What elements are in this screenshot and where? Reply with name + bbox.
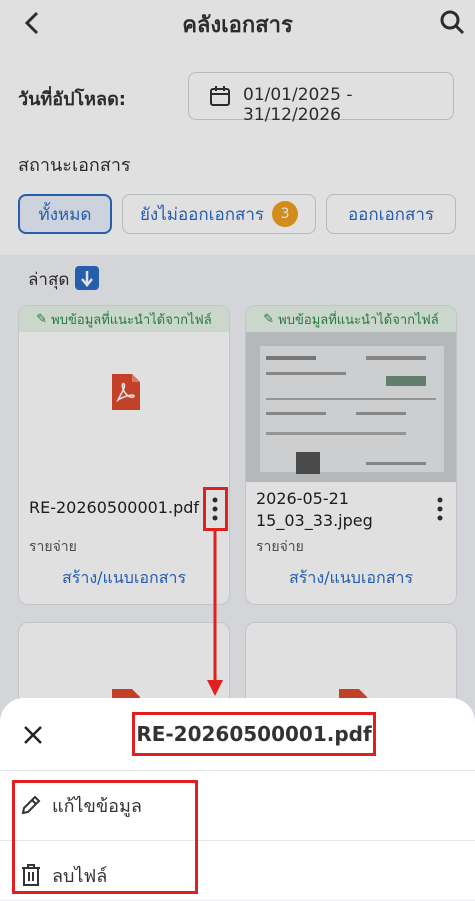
annotation-highlight — [12, 780, 198, 894]
annotation-highlight — [203, 487, 228, 531]
annotation-arrow-icon — [207, 530, 223, 696]
divider — [0, 770, 475, 771]
close-icon[interactable] — [22, 724, 44, 746]
sheet-title: RE-20260500001.pdf — [132, 712, 376, 756]
